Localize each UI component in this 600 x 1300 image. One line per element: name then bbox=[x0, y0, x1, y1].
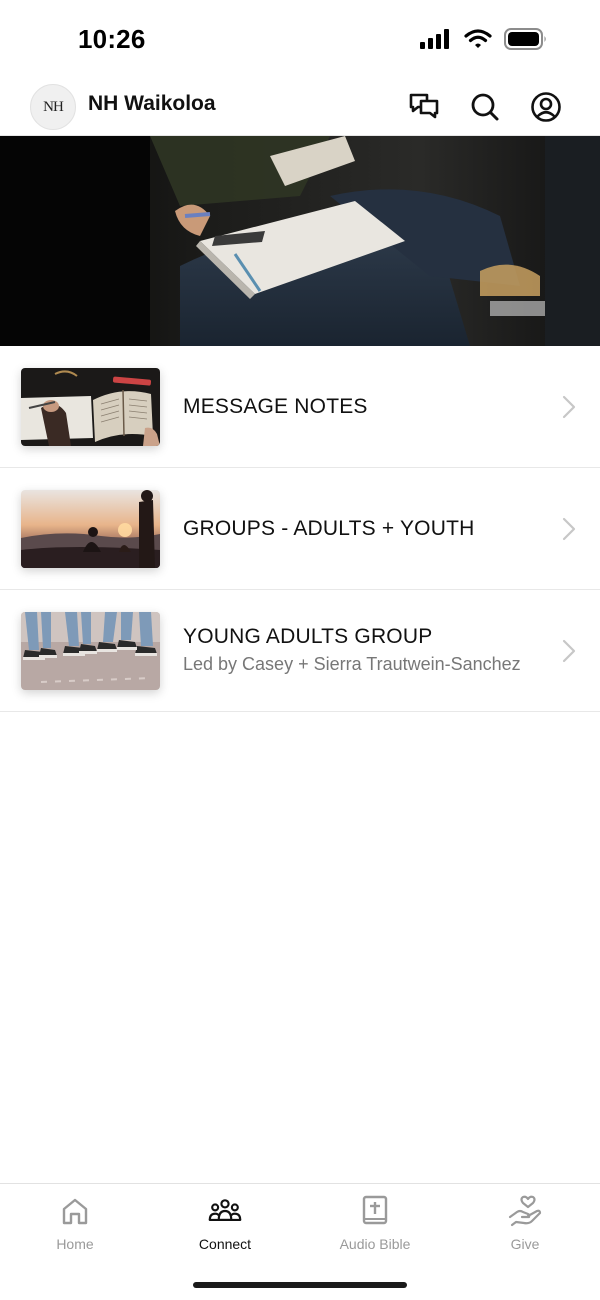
cellular-signal-icon bbox=[420, 29, 452, 54]
app-title: NH Waikoloa bbox=[88, 92, 216, 115]
tab-home[interactable]: Home bbox=[0, 1194, 150, 1254]
battery-icon bbox=[504, 28, 548, 55]
sunset-hillside-photo bbox=[21, 490, 160, 568]
bottom-tab-bar: Home Connect Audio Bible Give bbox=[0, 1183, 600, 1300]
list-item-title: MESSAGE NOTES bbox=[183, 394, 368, 418]
content-list: MESSAGE NOTES GROUPS - ADULTS + YOUTH YO… bbox=[0, 346, 600, 712]
list-item-subtitle: Led by Casey + Sierra Trautwein-Sanchez bbox=[183, 654, 521, 674]
tab-label: Home bbox=[56, 1236, 94, 1252]
list-item-text: YOUNG ADULTS GROUP Led by Casey + Sierra… bbox=[183, 590, 540, 711]
list-item-title: YOUNG ADULTS GROUP bbox=[183, 625, 433, 648]
hero-image bbox=[0, 136, 600, 346]
home-indicator[interactable] bbox=[193, 1282, 407, 1288]
list-item-message-notes[interactable]: MESSAGE NOTES bbox=[0, 346, 600, 468]
people-taking-notes-photo bbox=[0, 136, 600, 346]
give-heart-hand-icon bbox=[508, 1194, 542, 1228]
app-header: NH NH Waikoloa bbox=[0, 80, 600, 136]
wifi-icon bbox=[464, 29, 492, 54]
bible-and-notebook-photo bbox=[21, 368, 160, 446]
list-item-groups-adults-youth[interactable]: GROUPS - ADULTS + YOUTH bbox=[0, 468, 600, 590]
list-item-text: MESSAGE NOTES bbox=[183, 346, 540, 467]
home-icon bbox=[58, 1194, 92, 1228]
search-icon[interactable] bbox=[468, 90, 502, 124]
list-item-thumbnail bbox=[21, 368, 160, 446]
tab-give[interactable]: Give bbox=[450, 1194, 600, 1254]
church-logo[interactable]: NH bbox=[30, 84, 76, 130]
tab-label: Connect bbox=[198, 1236, 252, 1252]
tab-label: Audio Bible bbox=[339, 1236, 411, 1252]
list-item-title: GROUPS - ADULTS + YOUTH bbox=[183, 516, 475, 540]
profile-icon[interactable] bbox=[529, 90, 563, 124]
list-item-thumbnail bbox=[21, 612, 160, 690]
status-bar: 10:26 bbox=[0, 0, 600, 80]
list-item-text: GROUPS - ADULTS + YOUTH bbox=[183, 468, 540, 589]
tab-audio-bible[interactable]: Audio Bible bbox=[300, 1194, 450, 1254]
people-icon bbox=[208, 1194, 242, 1228]
list-item-thumbnail bbox=[21, 490, 160, 568]
list-item-young-adults-group[interactable]: YOUNG ADULTS GROUP Led by Casey + Sierra… bbox=[0, 590, 600, 712]
chevron-right-icon bbox=[562, 517, 576, 541]
chevron-right-icon bbox=[562, 395, 576, 419]
tab-connect[interactable]: Connect bbox=[150, 1194, 300, 1254]
sneakers-photo bbox=[21, 612, 160, 690]
chat-icon[interactable] bbox=[407, 90, 441, 124]
status-time: 10:26 bbox=[78, 24, 146, 54]
bible-icon bbox=[358, 1194, 392, 1228]
chevron-right-icon bbox=[562, 639, 576, 663]
status-icons bbox=[420, 28, 548, 55]
tab-label: Give bbox=[510, 1236, 540, 1252]
